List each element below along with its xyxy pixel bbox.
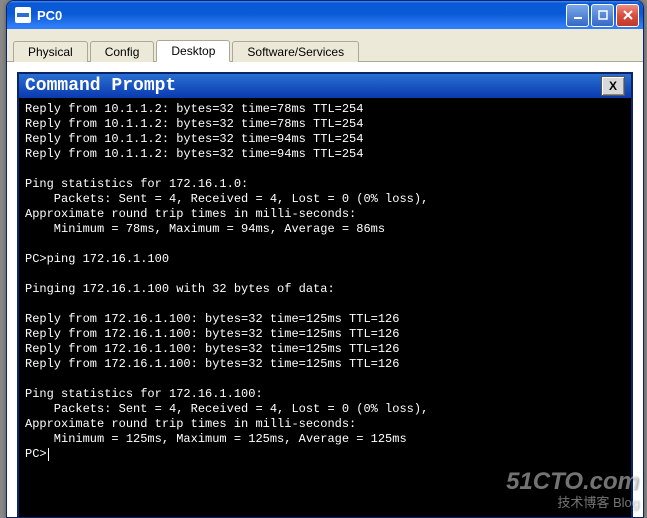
app-window: PC0 Physical Config Desktop Software/Ser… [6,0,644,518]
command-prompt-title: Command Prompt [25,76,176,96]
tab-physical[interactable]: Physical [13,41,88,62]
tab-config[interactable]: Config [90,41,155,62]
tab-bar: Physical Config Desktop Software/Service… [7,29,643,62]
minimize-button[interactable] [566,4,589,27]
command-prompt-titlebar[interactable]: Command Prompt X [19,74,631,98]
maximize-button[interactable] [591,4,614,27]
close-icon [622,9,634,21]
command-prompt-window: Command Prompt X Reply from 10.1.1.2: by… [17,72,633,518]
titlebar[interactable]: PC0 [7,1,643,29]
close-button[interactable] [616,4,639,27]
command-prompt-close-button[interactable]: X [601,76,625,96]
maximize-icon [597,9,609,21]
terminal-output[interactable]: Reply from 10.1.1.2: bytes=32 time=78ms … [19,98,631,518]
app-icon [15,7,31,23]
terminal-prompt: PC> [25,447,47,461]
tab-desktop[interactable]: Desktop [156,40,230,62]
content-area: Command Prompt X Reply from 10.1.1.2: by… [7,62,643,518]
tab-software-services[interactable]: Software/Services [232,41,359,62]
window-title: PC0 [37,8,566,23]
minimize-icon [572,9,584,21]
terminal-text: Reply from 10.1.1.2: bytes=32 time=78ms … [25,102,428,446]
cursor-icon [48,448,49,461]
window-controls [566,4,639,27]
